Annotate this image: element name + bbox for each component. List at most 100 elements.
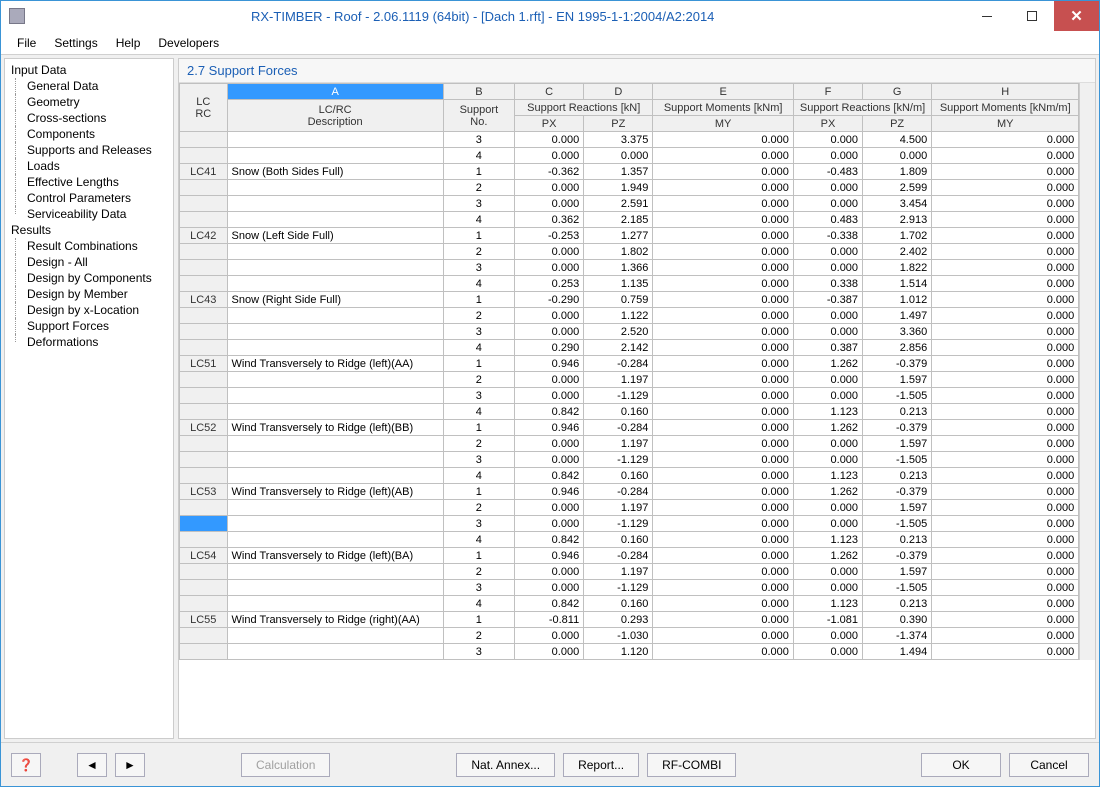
col-my[interactable]: MY <box>653 116 794 132</box>
cell[interactable]: 0.000 <box>515 452 584 468</box>
col-my2[interactable]: MY <box>932 116 1079 132</box>
cell[interactable]: 0.000 <box>932 628 1079 644</box>
cell[interactable]: 0.000 <box>515 516 584 532</box>
cell[interactable]: 2.142 <box>584 340 653 356</box>
cell[interactable] <box>180 324 228 340</box>
cell[interactable]: 3 <box>443 580 514 596</box>
menu-developers[interactable]: Developers <box>150 33 227 53</box>
cell[interactable] <box>227 260 443 276</box>
cell[interactable] <box>180 644 228 660</box>
cell[interactable]: 0.000 <box>793 436 862 452</box>
cell[interactable]: Snow (Both Sides Full) <box>227 164 443 180</box>
table-row[interactable]: 30.0001.3660.0000.0001.8220.000 <box>180 260 1079 276</box>
cell[interactable] <box>227 148 443 164</box>
cell[interactable]: 0.000 <box>515 180 584 196</box>
cell[interactable]: 0.000 <box>793 308 862 324</box>
nav-item[interactable]: Components <box>5 126 173 142</box>
nav-item[interactable]: Loads <box>5 158 173 174</box>
cell[interactable]: 0.000 <box>515 148 584 164</box>
cell[interactable]: LC53 <box>180 484 228 500</box>
table-row[interactable]: LC55Wind Transversely to Ridge (right)(A… <box>180 612 1079 628</box>
table-row[interactable]: 40.2531.1350.0000.3381.5140.000 <box>180 276 1079 292</box>
cell[interactable]: 1.123 <box>793 468 862 484</box>
table-row[interactable]: LC51Wind Transversely to Ridge (left)(AA… <box>180 356 1079 372</box>
cell[interactable] <box>227 596 443 612</box>
table-row[interactable]: 30.0002.5910.0000.0003.4540.000 <box>180 196 1079 212</box>
cell[interactable]: 1.597 <box>863 436 932 452</box>
ok-button[interactable]: OK <box>921 753 1001 777</box>
cell[interactable]: 0.000 <box>932 452 1079 468</box>
col-b[interactable]: B <box>443 84 514 100</box>
cell[interactable]: 4 <box>443 212 514 228</box>
cell[interactable]: 0.000 <box>653 324 794 340</box>
cell[interactable]: -1.505 <box>863 580 932 596</box>
cell[interactable]: 0.000 <box>932 164 1079 180</box>
report-button[interactable]: Report... <box>563 753 639 777</box>
cell[interactable]: 2.856 <box>863 340 932 356</box>
cell[interactable] <box>227 180 443 196</box>
cell[interactable]: 2.402 <box>863 244 932 260</box>
cell[interactable] <box>180 436 228 452</box>
cell[interactable]: 3 <box>443 452 514 468</box>
cell[interactable]: 0.842 <box>515 596 584 612</box>
cell[interactable]: 1.702 <box>863 228 932 244</box>
nav-item[interactable]: Design - All <box>5 254 173 270</box>
cell[interactable]: 1.357 <box>584 164 653 180</box>
cell[interactable]: 0.946 <box>515 420 584 436</box>
cell[interactable]: 0.000 <box>793 196 862 212</box>
cell[interactable]: 0.000 <box>793 644 862 660</box>
cell[interactable]: 0.000 <box>932 596 1079 612</box>
cell[interactable] <box>180 452 228 468</box>
cell[interactable] <box>180 580 228 596</box>
cell[interactable]: 0.000 <box>793 516 862 532</box>
cell[interactable]: 0.000 <box>653 148 794 164</box>
cell[interactable]: 0.842 <box>515 404 584 420</box>
cell[interactable]: -0.379 <box>863 356 932 372</box>
cancel-button[interactable]: Cancel <box>1009 753 1089 777</box>
table-row[interactable]: 30.000-1.1290.0000.000-1.5050.000 <box>180 452 1079 468</box>
cell[interactable] <box>227 436 443 452</box>
cell[interactable]: 0.000 <box>793 132 862 148</box>
col-f[interactable]: F <box>793 84 862 100</box>
menu-file[interactable]: File <box>9 33 44 53</box>
cell[interactable]: 4 <box>443 404 514 420</box>
cell[interactable]: 3 <box>443 516 514 532</box>
nav-item[interactable]: Supports and Releases <box>5 142 173 158</box>
cell[interactable]: 0.000 <box>515 372 584 388</box>
cell[interactable]: -0.284 <box>584 420 653 436</box>
nav-item[interactable]: Design by x-Location <box>5 302 173 318</box>
cell[interactable]: 1.597 <box>863 564 932 580</box>
cell[interactable]: 0.000 <box>932 484 1079 500</box>
cell[interactable]: 4 <box>443 340 514 356</box>
table-row[interactable]: 30.000-1.1290.0000.000-1.5050.000 <box>180 516 1079 532</box>
table-row[interactable]: 40.8420.1600.0001.1230.2130.000 <box>180 468 1079 484</box>
cell[interactable]: 4 <box>443 468 514 484</box>
nav-item[interactable]: Effective Lengths <box>5 174 173 190</box>
col-c[interactable]: C <box>515 84 584 100</box>
col-d[interactable]: D <box>584 84 653 100</box>
cell[interactable]: 0.946 <box>515 548 584 564</box>
cell[interactable]: 1.949 <box>584 180 653 196</box>
cell[interactable]: 0.000 <box>653 420 794 436</box>
cell[interactable] <box>227 212 443 228</box>
nav-item[interactable]: Result Combinations <box>5 238 173 254</box>
cell[interactable]: 0.000 <box>932 404 1079 420</box>
table-row[interactable]: 40.3622.1850.0000.4832.9130.000 <box>180 212 1079 228</box>
cell[interactable]: -1.374 <box>863 628 932 644</box>
cell[interactable]: LC42 <box>180 228 228 244</box>
cell[interactable]: 2 <box>443 500 514 516</box>
cell[interactable] <box>227 276 443 292</box>
cell[interactable] <box>227 340 443 356</box>
cell[interactable]: Wind Transversely to Ridge (right)(AA) <box>227 612 443 628</box>
cell[interactable]: 0.000 <box>932 420 1079 436</box>
cell[interactable]: 0.160 <box>584 468 653 484</box>
cell[interactable]: 0.160 <box>584 404 653 420</box>
cell[interactable] <box>180 196 228 212</box>
table-row[interactable]: 30.0001.1200.0000.0001.4940.000 <box>180 644 1079 660</box>
cell[interactable]: 0.362 <box>515 212 584 228</box>
vertical-scrollbar[interactable] <box>1079 83 1095 660</box>
cell[interactable]: Snow (Left Side Full) <box>227 228 443 244</box>
cell[interactable]: 0.000 <box>515 644 584 660</box>
cell[interactable]: 1.497 <box>863 308 932 324</box>
cell[interactable]: 1.135 <box>584 276 653 292</box>
